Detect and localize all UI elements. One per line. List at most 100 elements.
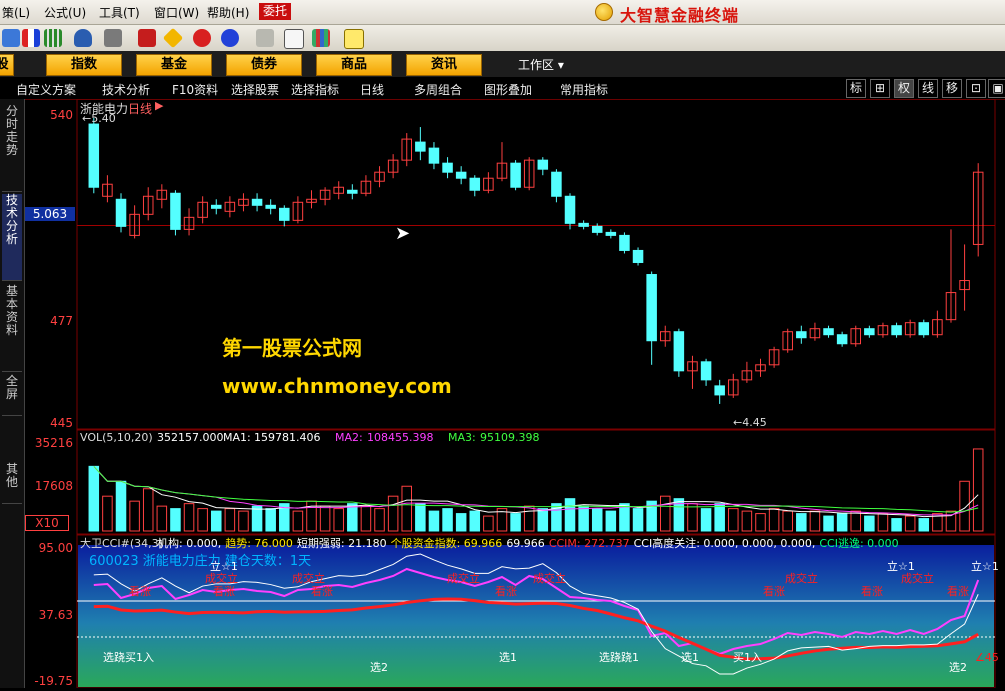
- candle-body: [551, 171, 562, 197]
- cci-label-li: 立☆1: [887, 560, 915, 573]
- candle-body: [510, 162, 521, 188]
- order-button[interactable]: 委托: [259, 3, 292, 20]
- volume-bar: [728, 508, 739, 532]
- price-panel-frame: [76, 98, 996, 430]
- tab-intraday[interactable]: 分时走势: [2, 105, 22, 192]
- period-arrow-icon[interactable]: ▶: [155, 99, 163, 112]
- line-button[interactable]: 线: [918, 79, 938, 98]
- low-note-value: 4.45: [742, 416, 767, 429]
- cci-label-up: 看涨: [861, 585, 883, 598]
- price-tick-top: 540: [50, 108, 73, 122]
- brand-title: 大智慧金融终端: [620, 6, 740, 25]
- volume-bar: [510, 513, 521, 532]
- volume-bar: [156, 505, 168, 532]
- candle-body: [864, 328, 875, 336]
- diamond-icon[interactable]: [162, 27, 184, 49]
- books-icon[interactable]: [312, 29, 330, 47]
- volume-bar: [428, 510, 440, 532]
- rights-button[interactable]: 权: [894, 79, 914, 98]
- move-button[interactable]: 移: [942, 79, 962, 98]
- print-icon[interactable]: [256, 29, 274, 47]
- watermark-title: 第一股票公式网: [222, 336, 362, 360]
- window-button[interactable]: ▣: [988, 79, 1005, 98]
- select-stock-button[interactable]: 选择股票: [231, 81, 279, 98]
- ma2-label: MA2:: [335, 431, 363, 444]
- volume-bar: [659, 495, 671, 532]
- price-tick-mid: 477: [50, 314, 73, 328]
- help-pointer-icon[interactable]: [344, 29, 364, 49]
- card-icon[interactable]: [284, 29, 304, 49]
- cat-stock[interactable]: 股: [0, 54, 14, 76]
- chevron-down-icon: ▾: [557, 58, 564, 72]
- volume-bar: [864, 515, 875, 532]
- flag-icon[interactable]: [22, 29, 40, 47]
- candle-body: [823, 328, 834, 336]
- analysis-toolbar: 自定义方案 技术分析 F10资料 选择股票 选择指标 日线 多周组合 图形叠加 …: [0, 77, 1005, 100]
- volume-bar: [102, 495, 113, 532]
- cci-header-values: 机构: 0.000, 趋势: 76.000 短期强弱: 21.180 个股资金指数: …: [157, 535, 903, 551]
- volume-bar: [292, 510, 304, 532]
- cci-header-item: 趋势: 76.000: [225, 537, 293, 550]
- cat-bond[interactable]: 债券: [226, 54, 302, 76]
- chart-canvas[interactable]: [25, 98, 1005, 689]
- ma2-value: 108455.398: [367, 431, 434, 444]
- scissors-icon[interactable]: [104, 29, 122, 47]
- category-bar: 股 指数 基金 债券 商品 资讯 工作区 ▾: [0, 51, 1005, 78]
- watermark-url: www.chnmoney.com: [222, 374, 452, 398]
- candle-body: [714, 385, 725, 396]
- candle-body: [564, 195, 576, 224]
- cci-label-bottom: 选跷跷1: [599, 651, 639, 664]
- tech-analysis-button[interactable]: 技术分析: [102, 81, 150, 98]
- custom-scheme-button[interactable]: 自定义方案: [16, 81, 76, 98]
- volume-bar: [564, 498, 576, 532]
- candle-body: [279, 207, 290, 221]
- cci-label-stand: 成交立: [447, 572, 480, 585]
- menu-strategy[interactable]: 策(L): [2, 4, 30, 21]
- menu-window[interactable]: 窗口(W): [154, 4, 199, 21]
- red-circle-icon[interactable]: [193, 29, 211, 47]
- common-indicator-button[interactable]: 常用指标: [560, 81, 608, 98]
- binocular-icon[interactable]: [74, 29, 92, 47]
- ma3-label: MA3:: [448, 431, 476, 444]
- volume-bar: [537, 508, 549, 532]
- cci-label-bottom: 选跷买1入: [103, 651, 154, 664]
- tab-fundamentals[interactable]: 基本资料: [2, 285, 22, 372]
- overlay-button[interactable]: 图形叠加: [484, 81, 532, 98]
- tab-tech-analysis[interactable]: 技术分析: [2, 194, 22, 281]
- cat-news[interactable]: 资讯: [406, 54, 482, 76]
- menu-formula[interactable]: 公式(U): [44, 4, 86, 21]
- volume-bar: [442, 508, 453, 532]
- multi-period-button[interactable]: 多周组合: [414, 81, 462, 98]
- window-icon[interactable]: [2, 29, 20, 47]
- menu-tools[interactable]: 工具(T): [99, 4, 140, 21]
- candle-body: [88, 123, 100, 188]
- tab-other[interactable]: 其他: [2, 463, 22, 504]
- cat-commodity[interactable]: 商品: [316, 54, 392, 76]
- period-button[interactable]: 日线: [360, 81, 384, 98]
- grid-button[interactable]: ⊞: [870, 79, 890, 98]
- volume-bar: [591, 508, 603, 532]
- mail-icon[interactable]: [138, 29, 156, 47]
- high-note-value: 5.40: [91, 112, 116, 125]
- volume-bar: [347, 503, 358, 532]
- volume-bar: [251, 505, 263, 532]
- workspace-menu[interactable]: 工作区 ▾: [518, 56, 564, 73]
- volume-bar: [891, 518, 902, 532]
- vol-unit: X10: [25, 515, 69, 531]
- f10-button[interactable]: F10资料: [172, 81, 218, 98]
- menu-help[interactable]: 帮助(H): [207, 4, 249, 21]
- select-indicator-button[interactable]: 选择指标: [291, 81, 339, 98]
- volume-bar: [210, 510, 222, 532]
- mark-button[interactable]: 标: [846, 79, 866, 98]
- cci-last-mark: ∠45: [975, 651, 999, 664]
- volume-bar: [578, 505, 589, 532]
- bars-icon[interactable]: [44, 29, 62, 47]
- layout-button[interactable]: ⊡: [966, 79, 986, 98]
- cat-fund[interactable]: 基金: [136, 54, 212, 76]
- tab-fullscreen[interactable]: 全屏: [2, 375, 22, 416]
- volume-bar: [238, 510, 249, 532]
- cci-label-up: 看涨: [947, 585, 969, 598]
- volume-bar: [959, 480, 970, 532]
- cat-index[interactable]: 指数: [46, 54, 122, 76]
- blue-circle-icon[interactable]: [221, 29, 239, 47]
